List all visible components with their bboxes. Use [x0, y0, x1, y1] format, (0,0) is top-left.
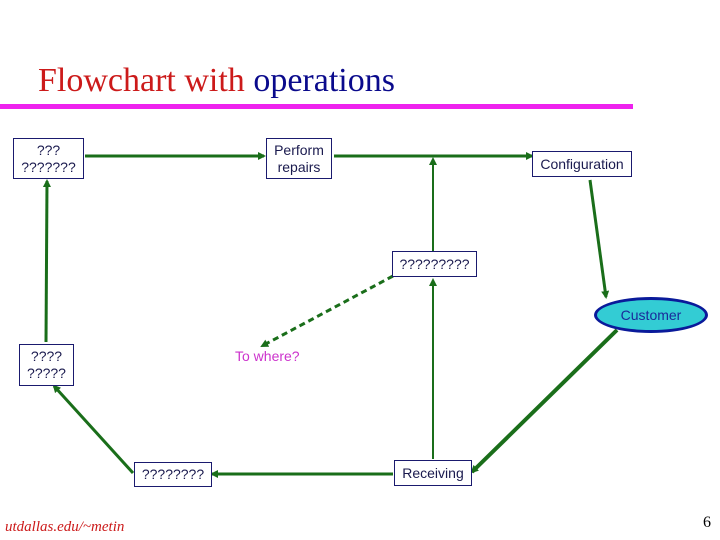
node-perform-repairs[interactable]: Perform repairs [266, 138, 332, 179]
flowchart-edges [42, 152, 619, 478]
edge-middle-to-towhere [260, 274, 394, 348]
node-mid-left[interactable]: ???? ????? [19, 344, 74, 386]
node-receiving[interactable]: Receiving [394, 460, 472, 486]
to-where-annotation: To where? [235, 348, 300, 364]
node-perform-repairs-line2: repairs [277, 158, 321, 175]
node-receiving-label: Receiving [402, 464, 464, 481]
edge-bottomleft-to-midleft [52, 384, 135, 475]
node-configuration-label: Configuration [540, 155, 624, 172]
node-bottom-left-label: ???????? [141, 466, 205, 482]
node-top-left[interactable]: ??? ??????? [13, 138, 84, 179]
node-middle[interactable]: ????????? [392, 251, 477, 277]
node-customer[interactable]: Customer [594, 297, 708, 333]
node-mid-left-line2: ????? [27, 365, 66, 381]
node-top-left-line1: ??? [36, 141, 61, 158]
node-perform-repairs-line1: Perform [274, 141, 324, 158]
edge-customer-to-receiving [470, 328, 619, 474]
node-top-left-line2: ??????? [21, 158, 76, 175]
node-bottom-left[interactable]: ???????? [134, 462, 212, 487]
edge-midleft-to-topleft [42, 179, 51, 343]
page-number: 6 [703, 514, 711, 531]
footer-url: utdallas.edu/~metin [5, 519, 125, 535]
node-middle-label: ????????? [399, 255, 470, 272]
node-mid-left-line1: ???? [30, 348, 63, 364]
node-customer-label: Customer [620, 307, 682, 323]
node-configuration[interactable]: Configuration [532, 151, 632, 177]
edge-configuration-to-customer [588, 179, 610, 299]
